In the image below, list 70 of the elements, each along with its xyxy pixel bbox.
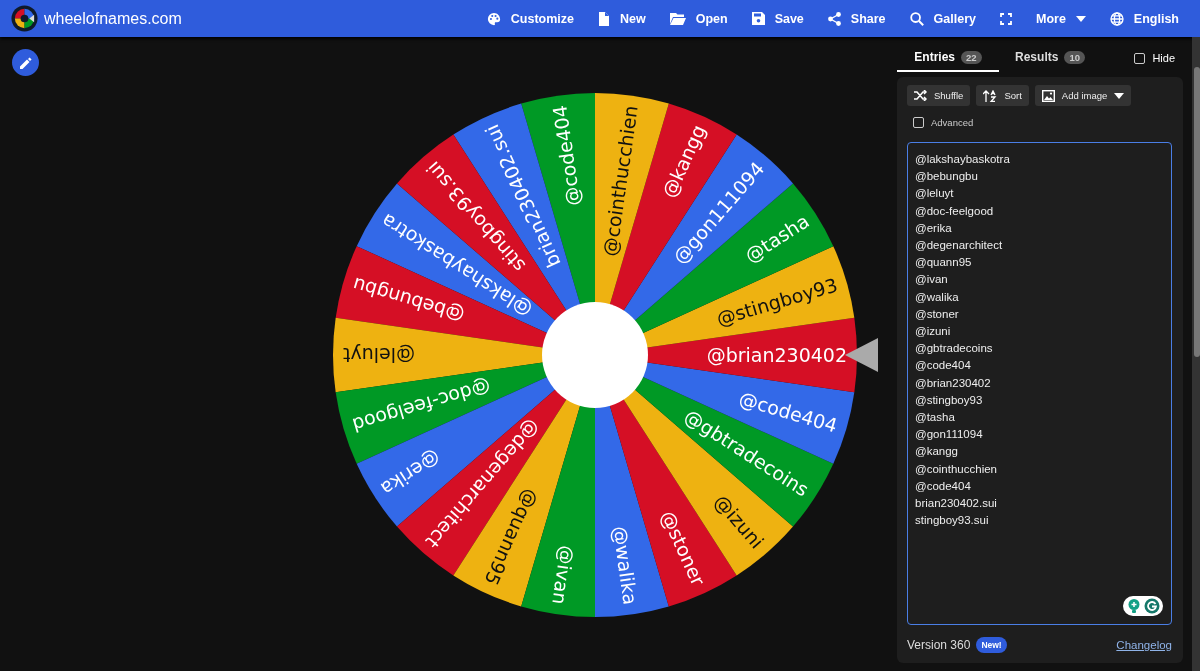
scrollbar[interactable]: [1192, 37, 1200, 671]
count-badge: 22: [961, 50, 982, 64]
globe-icon: [1109, 11, 1124, 26]
version-label: Version 360: [907, 638, 971, 652]
entry-line: @code404: [915, 478, 972, 494]
entry-line: @cointhucchien: [915, 461, 998, 477]
shuffle-icon: [914, 90, 927, 101]
entry-line: @bebungbu: [915, 169, 979, 185]
nav-button[interactable]: Open: [660, 5, 737, 32]
nav-button[interactable]: Gallery: [900, 5, 985, 32]
hide-label: Hide: [1152, 52, 1175, 64]
changelog-link[interactable]: Changelog: [1116, 639, 1172, 651]
entry-line: @lakshaybaskotra: [915, 152, 1011, 167]
caret-icon: [1114, 92, 1125, 99]
wheel-label: @walika: [608, 524, 642, 606]
search-icon: [909, 11, 924, 26]
entry-line: @gon111094: [915, 427, 984, 443]
edit-button[interactable]: [12, 49, 39, 76]
entry-line: @kangg: [915, 444, 959, 460]
file-icon: [597, 11, 610, 26]
entry-line: @izuni: [915, 324, 952, 340]
nav-button[interactable]: English: [1100, 5, 1188, 32]
checkbox[interactable]: [913, 117, 924, 128]
toolbar-button[interactable]: Shuffle: [907, 85, 971, 106]
entry-line: @code404: [915, 358, 972, 374]
nav-button[interactable]: Save: [742, 5, 813, 32]
entry-line: @stingboy93: [915, 392, 984, 408]
entry-line: @doc-feelgood: [915, 203, 995, 219]
entry-line: brian230402.sui: [915, 496, 998, 512]
entry-line: @tasha: [915, 410, 956, 426]
palette-icon: [486, 11, 501, 26]
entry-line: @erika: [915, 220, 953, 236]
caret-icon: [1075, 15, 1086, 22]
more-menu-button[interactable]: More: [1026, 5, 1095, 32]
lightbulb-icon: [1126, 598, 1142, 614]
entry-line: @ivan: [915, 272, 949, 288]
entry-line: @leluyt: [915, 186, 955, 202]
sort-icon: [983, 89, 998, 102]
nav-button[interactable]: New: [588, 5, 655, 32]
g-logo-icon: [1144, 598, 1160, 614]
new-badge: New!: [976, 637, 1007, 653]
nav-button[interactable]: Customize: [477, 5, 583, 32]
share-icon: [827, 11, 841, 26]
entry-line: @stoner: [915, 306, 960, 322]
tab[interactable]: Entries 22: [897, 44, 999, 72]
nav-button[interactable]: Share: [818, 5, 895, 32]
folder-icon: [669, 12, 686, 25]
wheel-center[interactable]: [542, 302, 648, 408]
fullscreen-icon: [999, 12, 1012, 25]
entry-line: @quann95: [915, 255, 973, 271]
entry-line: @degenarchitect: [915, 238, 1004, 253]
pencil-icon: [19, 56, 32, 69]
logo-icon: [11, 5, 38, 32]
add-image-button[interactable]: Add image: [1034, 85, 1132, 106]
wheel-label: @ivan: [548, 544, 579, 606]
pointer-icon: [845, 338, 878, 372]
wheel-label: @brian230402: [706, 344, 847, 366]
entry-line: @brian230402: [915, 375, 992, 391]
advanced-label: Advanced: [931, 117, 974, 128]
entries-field[interactable]: [907, 142, 1172, 625]
site-name: wheelofnames.com: [44, 9, 182, 28]
tab[interactable]: Results 10: [999, 44, 1101, 72]
entry-line: @walika: [915, 289, 960, 305]
count-badge: 10: [1064, 50, 1085, 64]
image-icon: [1041, 89, 1055, 102]
wheel-label: @leluyt: [343, 344, 415, 366]
entry-line: @gbtradecoins: [915, 341, 994, 357]
entry-line: stingboy93.sui: [915, 513, 990, 529]
checkbox[interactable]: [1134, 52, 1146, 64]
toolbar-button[interactable]: Sort: [976, 85, 1029, 106]
